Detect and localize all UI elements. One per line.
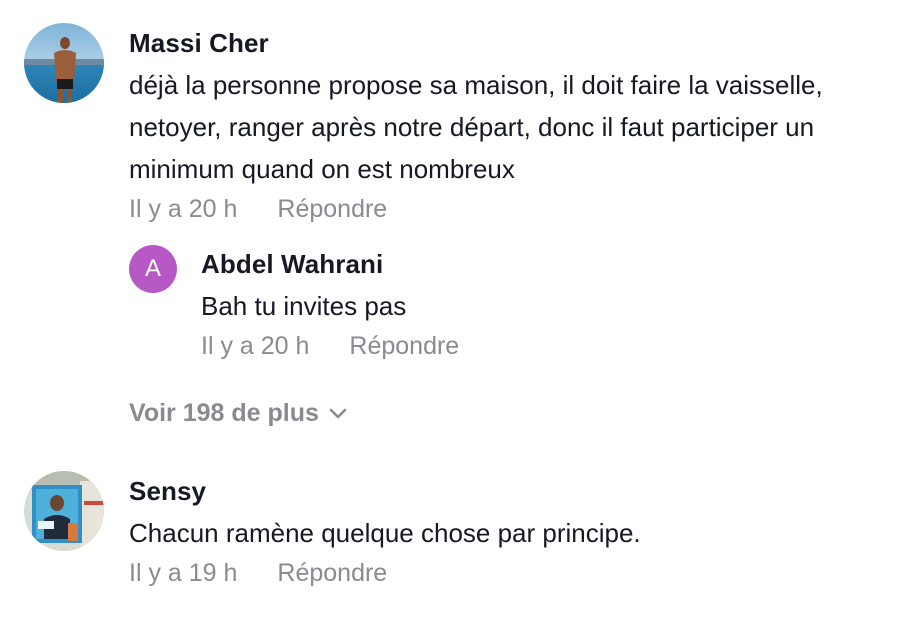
comment-time: Il y a 19 h <box>129 559 238 587</box>
comment-time: Il y a 20 h <box>129 195 238 223</box>
reply-author[interactable]: Abdel Wahrani <box>201 248 459 280</box>
avatar[interactable] <box>24 23 104 103</box>
chevron-down-icon <box>329 409 347 419</box>
reply-text: Bah tu invites pas <box>201 291 407 321</box>
comment-text: déjà la personne propose sa maison, il d… <box>129 64 823 190</box>
avatar-photo <box>24 23 104 103</box>
avatar-photo <box>24 471 104 551</box>
view-more-replies-button[interactable]: Voir 198 de plus <box>129 396 347 430</box>
comment-text-line: minimum quand on est nombreux <box>129 154 515 184</box>
comment-author[interactable]: Sensy <box>129 475 641 507</box>
comment-meta: Il y a 20 h Répondre <box>129 193 823 225</box>
reply-button[interactable]: Répondre <box>277 559 387 587</box>
comment-author[interactable]: Massi Cher <box>129 27 823 59</box>
comment-meta: Il y a 19 h Répondre <box>129 557 641 589</box>
comment-text-line: déjà la personne propose sa maison, il d… <box>129 70 823 100</box>
avatar[interactable] <box>24 471 104 551</box>
reply-time: Il y a 20 h <box>201 332 310 360</box>
view-more-label: Voir 198 de plus <box>129 399 319 427</box>
reply-button[interactable]: Répondre <box>349 332 459 360</box>
avatar[interactable]: A <box>129 245 177 293</box>
reply-button[interactable]: Répondre <box>277 195 387 223</box>
comment-text-line: netoyer, ranger après notre départ, donc… <box>129 112 815 142</box>
comment-text: Chacun ramène quelque chose par principe… <box>129 518 641 548</box>
reply-meta: Il y a 20 h Répondre <box>201 330 459 362</box>
